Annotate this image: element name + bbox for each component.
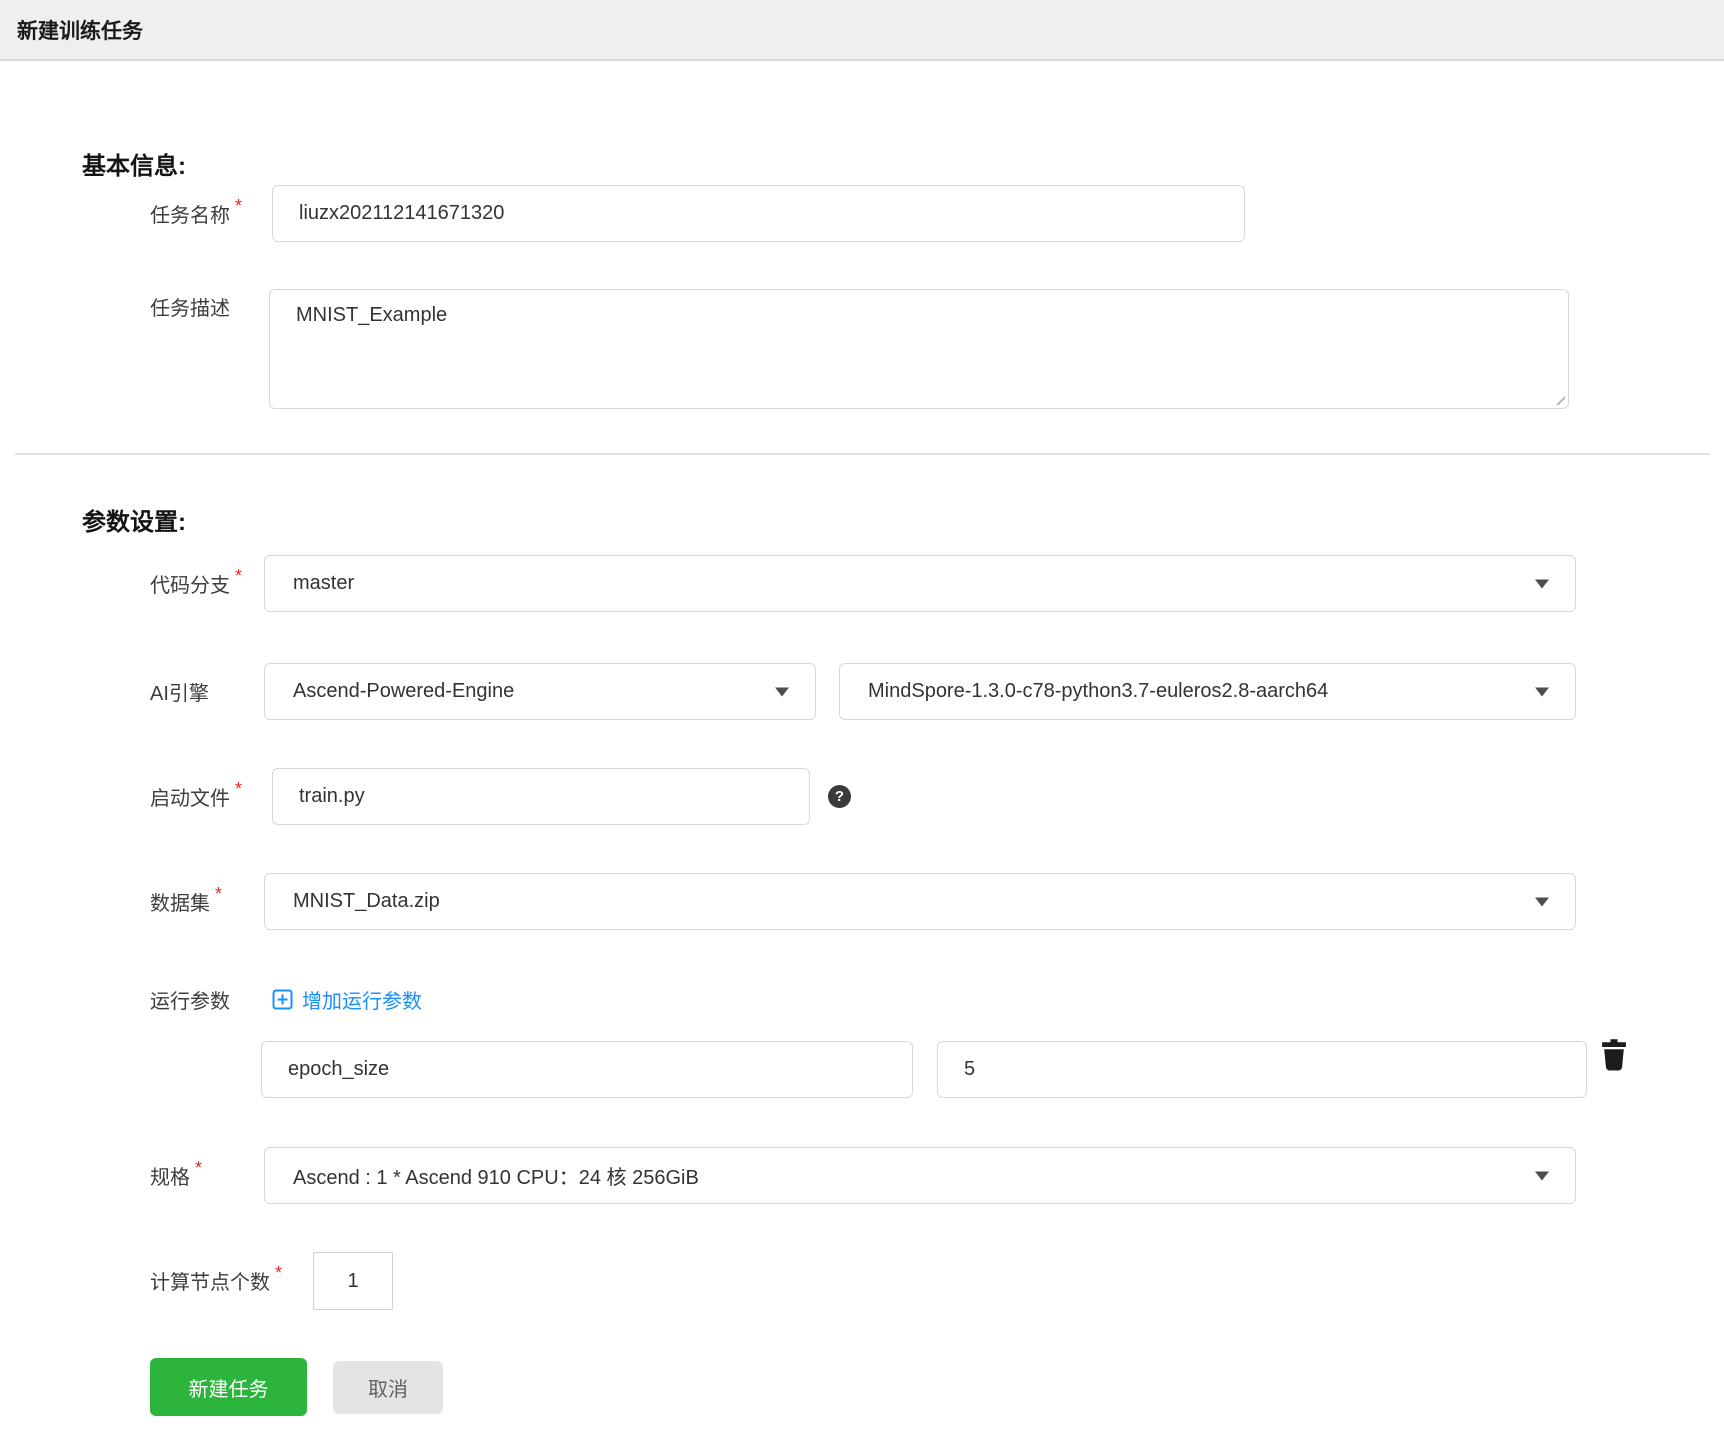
boot-file-input[interactable]: [272, 768, 810, 825]
section-divider: [15, 453, 1710, 455]
required-mark: *: [215, 884, 223, 904]
required-mark: *: [235, 779, 243, 799]
code-branch-select[interactable]: master: [264, 555, 1576, 612]
section-heading-basic-info: 基本信息:: [82, 153, 186, 180]
code-branch-label: 代码分支 *: [150, 566, 243, 597]
boot-file-label: 启动文件 *: [150, 779, 243, 810]
new-training-task-page: 新建训练任务 基本信息: 任务名称* 任务描述 MNIST_Example 参数…: [0, 0, 1724, 1444]
dataset-value: MNIST_Data.zip: [293, 890, 440, 912]
help-question-icon[interactable]: ?: [828, 785, 851, 808]
add-run-param-link[interactable]: 增加运行参数: [272, 985, 422, 1013]
engine-version-value: MindSpore-1.3.0-c78-python3.7-euleros2.8…: [868, 680, 1329, 702]
task-desc-textarea[interactable]: MNIST_Example: [269, 289, 1569, 409]
node-count-input[interactable]: [313, 1252, 393, 1310]
page-title: 新建训练任务: [17, 19, 143, 43]
ai-engine-value: Ascend-Powered-Engine: [293, 680, 515, 702]
trash-icon: [1602, 1038, 1626, 1071]
chevron-down-icon: [1535, 1171, 1549, 1180]
add-run-param-text: 增加运行参数: [302, 990, 422, 1013]
ai-engine-label: AI引擎: [150, 683, 209, 705]
chevron-down-icon: [1535, 897, 1549, 906]
ai-engine-select[interactable]: Ascend-Powered-Engine: [264, 663, 816, 720]
cancel-button[interactable]: 取消: [333, 1361, 443, 1414]
spec-select[interactable]: Ascend : 1 * Ascend 910 CPU：24 核 256GiB: [264, 1147, 1576, 1204]
required-mark: *: [275, 1263, 283, 1283]
task-desc-label: 任务描述: [150, 298, 230, 320]
plus-square-icon: [272, 989, 293, 1009]
task-name-input[interactable]: [272, 185, 1245, 242]
spec-label: 规格 *: [150, 1158, 203, 1189]
chevron-down-icon: [1535, 579, 1549, 588]
code-branch-value: master: [293, 572, 355, 594]
dataset-select[interactable]: MNIST_Data.zip: [264, 873, 1576, 930]
task-name-label: 任务名称 *: [150, 196, 243, 227]
node-count-label: 计算节点个数 *: [150, 1263, 283, 1294]
required-mark: *: [235, 196, 243, 216]
create-task-button[interactable]: 新建任务: [150, 1358, 307, 1416]
section-heading-parameter-settings: 参数设置:: [82, 509, 186, 536]
run-param-value-input[interactable]: [937, 1041, 1587, 1098]
required-mark: *: [235, 566, 243, 586]
delete-run-param-button[interactable]: [1597, 1038, 1631, 1074]
run-param-key-input[interactable]: [261, 1041, 913, 1098]
chevron-down-icon: [1535, 687, 1549, 696]
chevron-down-icon: [775, 687, 789, 696]
required-mark: *: [195, 1158, 203, 1178]
spec-value: Ascend : 1 * Ascend 910 CPU：24 核 256GiB: [293, 1167, 699, 1189]
task-desc-textarea-wrap: MNIST_Example: [269, 289, 1569, 409]
page-header: 新建训练任务: [0, 0, 1724, 61]
dataset-label: 数据集 *: [150, 884, 223, 915]
run-params-label: 运行参数: [150, 991, 230, 1013]
engine-version-select[interactable]: MindSpore-1.3.0-c78-python3.7-euleros2.8…: [839, 663, 1576, 720]
